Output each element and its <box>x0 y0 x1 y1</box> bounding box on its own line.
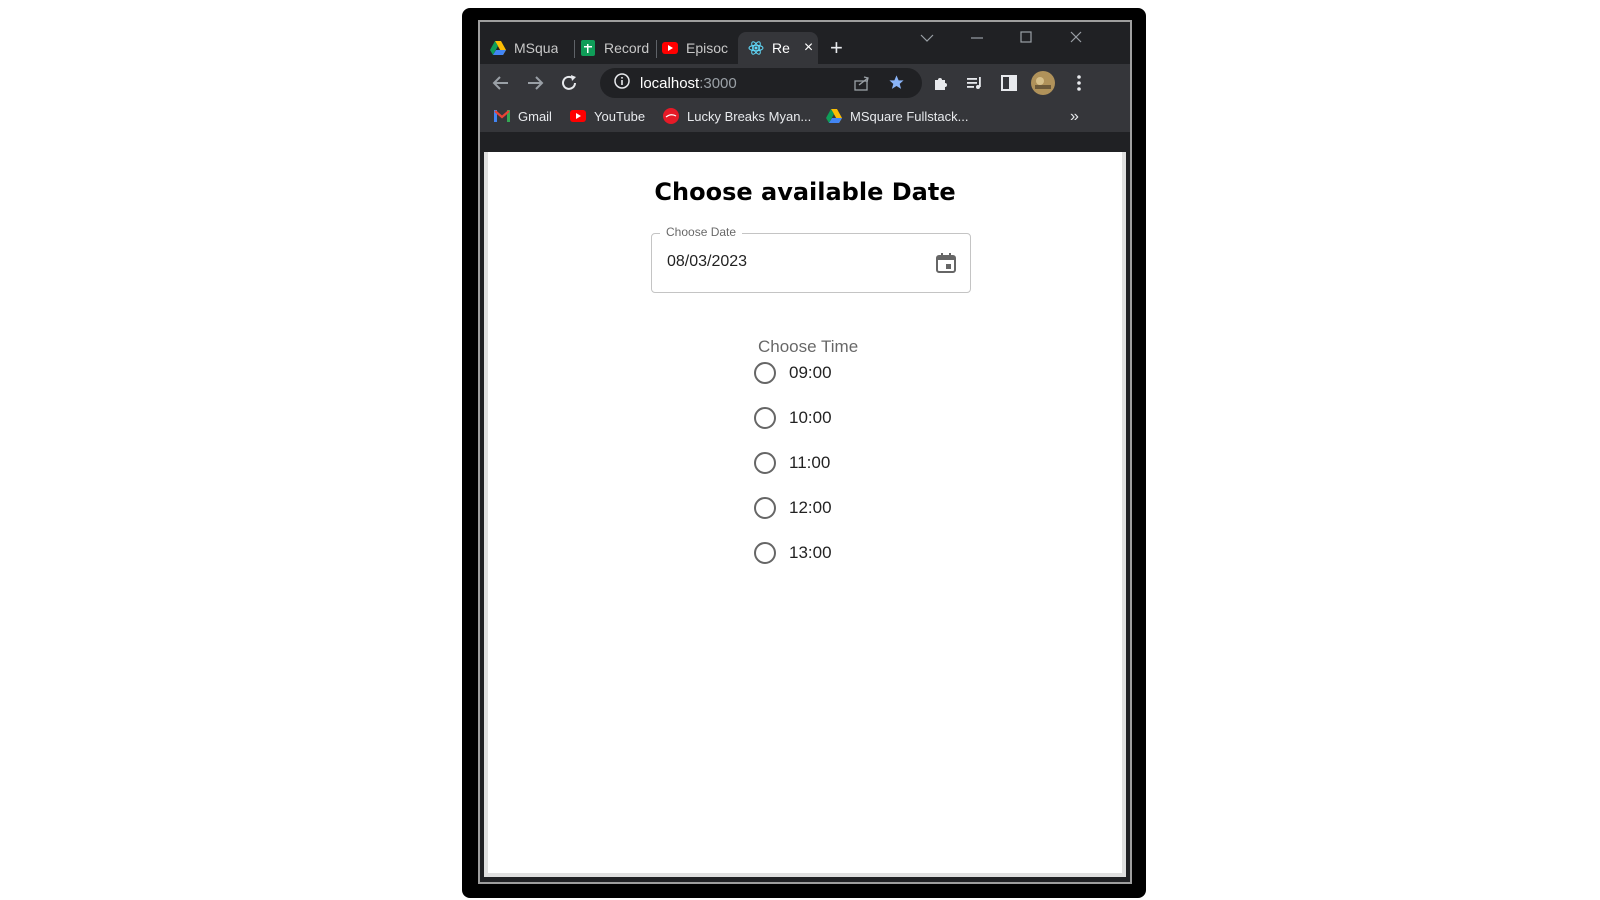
date-picker-field[interactable]: Choose Date 08/03/2023 <box>651 225 971 293</box>
tab-strip: MSqua Record Episoc Re × + <box>480 22 1130 64</box>
bookmark-label: Lucky Breaks Myan... <box>687 108 812 124</box>
bookmarks-bar: Gmail YouTube Lucky Breaks Myan... MSqua… <box>480 102 1130 132</box>
tab-divider <box>574 40 575 58</box>
tab-label: Record <box>604 40 650 56</box>
youtube-icon <box>570 108 586 124</box>
date-value[interactable]: 08/03/2023 <box>667 253 747 271</box>
address-bar[interactable]: localhost:3000 <box>600 68 922 98</box>
time-group-label: Choose Time <box>758 337 859 356</box>
url-port: :3000 <box>699 74 737 92</box>
google-drive-icon <box>826 108 842 124</box>
calendar-icon[interactable] <box>934 251 958 275</box>
time-option-label: 11:00 <box>789 453 831 472</box>
tab-label: MSqua <box>514 40 559 56</box>
react-icon <box>748 40 764 56</box>
bookmark-msquare[interactable]: MSquare Fullstack... <box>826 108 969 124</box>
side-panel-icon[interactable] <box>996 70 1022 96</box>
reload-icon[interactable] <box>556 70 582 96</box>
time-option-label: 12:00 <box>789 498 832 517</box>
radio-button[interactable] <box>754 362 776 384</box>
extensions-icon[interactable] <box>928 70 954 96</box>
browser-window: MSqua Record Episoc Re × + localhost:300… <box>478 20 1132 884</box>
tab-label: Re <box>772 40 790 56</box>
browser-toolbar: localhost:3000 <box>480 64 1130 102</box>
maximize-icon[interactable] <box>1020 30 1032 46</box>
radio-button[interactable] <box>754 407 776 429</box>
date-field-label: Choose Date <box>660 225 743 239</box>
tab-divider <box>656 40 657 58</box>
minimize-icon[interactable] <box>970 30 984 46</box>
page-content: Choose available Date Choose Date 08/03/… <box>484 152 1126 877</box>
bookmark-lucky-breaks[interactable]: Lucky Breaks Myan... <box>663 108 811 124</box>
more-menu-icon[interactable] <box>1066 70 1092 96</box>
tab-msquare[interactable]: MSqua <box>490 32 570 64</box>
radio-button[interactable] <box>754 452 776 474</box>
bookmarks-overflow-button[interactable]: » <box>1070 108 1079 126</box>
tab-label: Episoc <box>686 40 729 56</box>
bookmark-label: YouTube <box>594 108 646 124</box>
new-tab-button[interactable]: + <box>830 32 860 64</box>
radio-button[interactable] <box>754 542 776 564</box>
bookmark-youtube[interactable]: YouTube <box>570 108 645 124</box>
back-arrow-icon[interactable] <box>488 70 514 96</box>
close-tab-icon[interactable]: × <box>804 39 813 57</box>
time-option-1100[interactable]: 11:00 <box>754 447 830 479</box>
bookmark-star-icon[interactable] <box>888 74 905 96</box>
time-option-1300[interactable]: 13:00 <box>754 537 832 569</box>
chevron-down-icon[interactable] <box>920 30 934 46</box>
bookmark-gmail[interactable]: Gmail <box>494 108 552 124</box>
tab-react-app[interactable]: Re × <box>738 32 818 64</box>
gmail-icon <box>494 108 510 124</box>
google-drive-icon <box>490 40 506 56</box>
page-title: Choose available Date <box>654 178 956 206</box>
google-sheets-icon <box>580 40 596 56</box>
time-option-label: 10:00 <box>789 408 832 427</box>
time-option-label: 13:00 <box>789 543 832 562</box>
bookmark-label: MSquare Fullstack... <box>850 108 969 124</box>
time-option-label: 09:00 <box>789 363 832 382</box>
bookmark-label: Gmail <box>518 108 552 124</box>
url-host: localhost <box>640 74 700 92</box>
radio-button[interactable] <box>754 497 776 519</box>
info-icon[interactable] <box>614 72 630 94</box>
youtube-icon <box>662 40 678 56</box>
forward-arrow-icon[interactable] <box>522 70 548 96</box>
share-icon[interactable] <box>854 75 870 96</box>
coca-cola-icon <box>663 108 679 124</box>
url-text: localhost:3000 <box>640 75 737 92</box>
media-control-icon[interactable] <box>962 70 988 96</box>
tab-records[interactable]: Record <box>580 32 652 64</box>
time-option-0900[interactable]: 09:00 <box>754 357 832 389</box>
time-option-1000[interactable]: 10:00 <box>754 402 832 434</box>
tab-episode[interactable]: Episoc <box>662 32 734 64</box>
time-option-1200[interactable]: 12:00 <box>754 492 832 524</box>
close-window-icon[interactable] <box>1070 30 1082 46</box>
avatar[interactable] <box>1030 70 1056 96</box>
